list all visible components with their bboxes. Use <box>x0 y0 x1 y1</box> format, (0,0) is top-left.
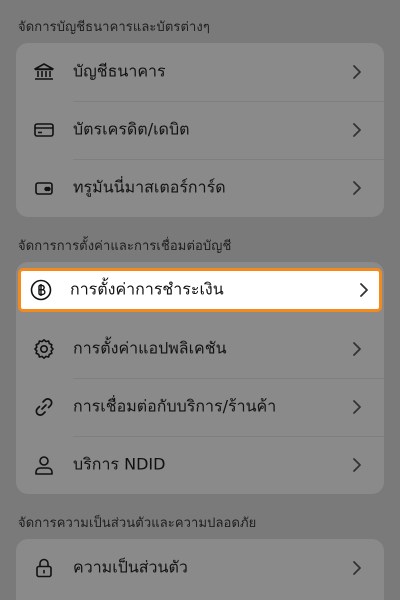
menu-item-app-settings[interactable]: การตั้งค่าแอปพลิเคชัน <box>16 320 384 378</box>
chevron-right-icon <box>352 341 362 357</box>
chevron-right-icon <box>352 64 362 80</box>
wallet-card-icon <box>32 176 56 200</box>
section-title-settings-connections: จัดการการตั้งค่าและการเชื่อมต่อบัญชี <box>18 239 232 254</box>
menu-item-label: บัตรเครดิต/เดบิต <box>73 119 190 139</box>
gear-icon <box>32 337 56 361</box>
menu-item-payment-settings[interactable]: การตั้งค่าการชำระเงิน <box>18 268 382 312</box>
menu-item-label: บริการ NDID <box>73 454 166 474</box>
menu-item-label: บัญชีธนาคาร <box>73 61 166 81</box>
menu-item-service-connections[interactable]: การเชื่อมต่อกับบริการ/ร้านค้า <box>16 378 384 436</box>
settings-screen: จัดการบัญชีธนาคารและบัตรต่างๆ บัญชีธนาคา… <box>0 0 400 600</box>
lock-icon <box>32 556 56 580</box>
bank-cards-card: บัญชีธนาคาร บัตรเครดิต/เดบิต ทรูมันนี่มา… <box>16 43 384 217</box>
credit-card-icon <box>32 118 56 142</box>
menu-item-label: การตั้งค่าการชำระเงิน <box>70 279 224 299</box>
chevron-right-icon <box>352 399 362 415</box>
chevron-right-icon <box>352 180 362 196</box>
privacy-security-card: ความเป็นส่วนตัว <box>16 539 384 600</box>
chevron-right-icon <box>352 122 362 138</box>
menu-item-bank-account[interactable]: บัญชีธนาคาร <box>16 43 384 101</box>
baht-icon <box>29 278 53 302</box>
bank-icon <box>32 60 56 84</box>
menu-item-label: ความเป็นส่วนตัว <box>73 557 188 577</box>
menu-item-label: ทรูมันนี่มาสเตอร์การ์ด <box>73 177 226 197</box>
menu-item-credit-debit-card[interactable]: บัตรเครดิต/เดบิต <box>16 101 384 159</box>
section-title-privacy-security: จัดการความเป็นส่วนตัวและความปลอดภัย <box>18 516 257 531</box>
person-icon <box>32 453 56 477</box>
menu-item-label: การเชื่อมต่อกับบริการ/ร้านค้า <box>73 396 277 416</box>
menu-item-label: การตั้งค่าแอปพลิเคชัน <box>73 338 227 358</box>
chevron-right-icon <box>352 560 362 576</box>
menu-item-ndid-service[interactable]: บริการ NDID <box>16 436 384 494</box>
chevron-right-icon <box>359 282 369 298</box>
menu-item-truemoney-mastercard[interactable]: ทรูมันนี่มาสเตอร์การ์ด <box>16 159 384 217</box>
link-icon <box>32 395 56 419</box>
section-title-bank-cards: จัดการบัญชีธนาคารและบัตรต่างๆ <box>18 20 210 35</box>
menu-item-privacy[interactable]: ความเป็นส่วนตัว <box>16 539 384 597</box>
chevron-right-icon <box>352 457 362 473</box>
